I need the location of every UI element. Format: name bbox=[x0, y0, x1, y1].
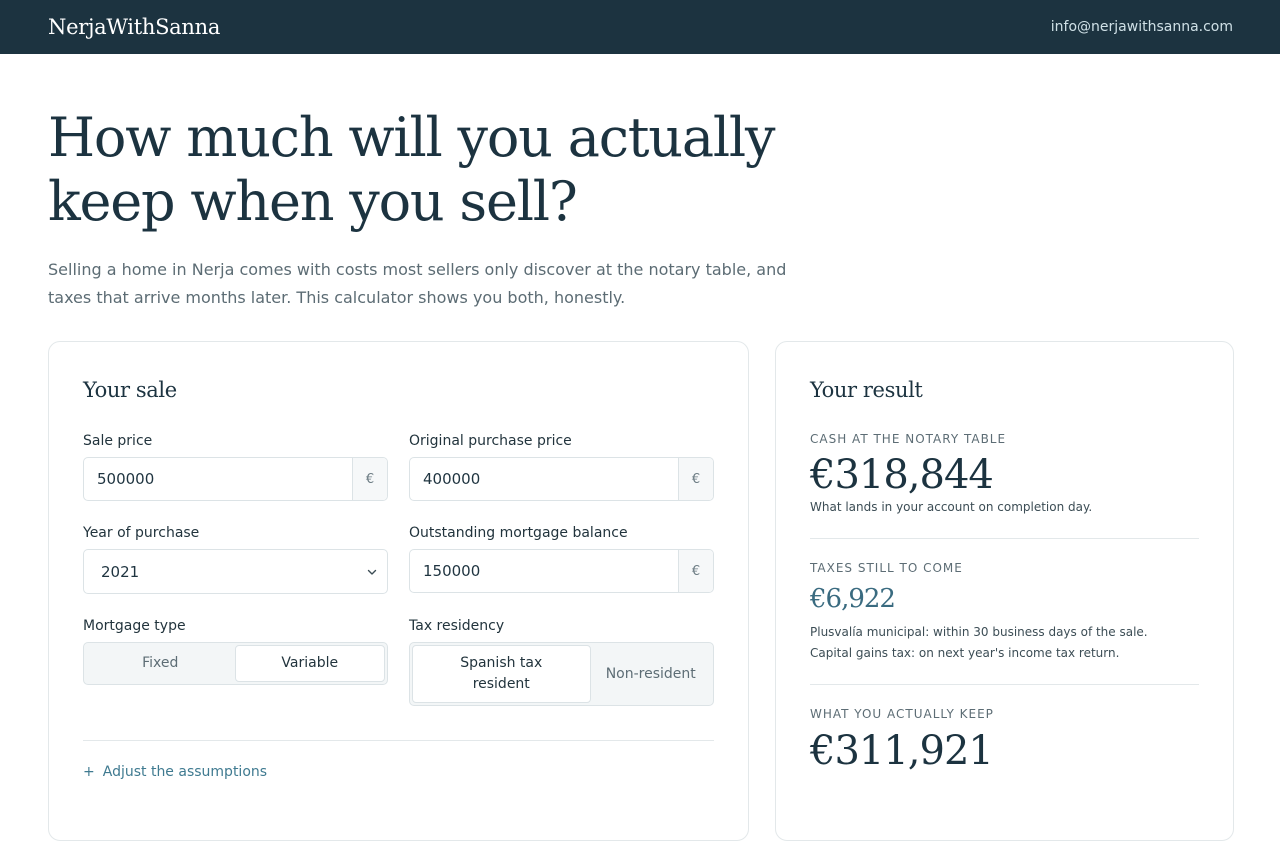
page-title: How much will you actually keep when you… bbox=[48, 106, 775, 233]
purchase-price-field: Original purchase price € bbox=[409, 433, 714, 503]
result-card-title: Your result bbox=[810, 378, 923, 402]
result-card: Your result CASH AT THE NOTARY TABLE €31… bbox=[775, 341, 1234, 841]
tax-residency-non-resident[interactable]: Non-resident bbox=[591, 645, 712, 703]
sale-card: Your sale Sale price € Original purchase… bbox=[48, 341, 749, 841]
euro-suffix: € bbox=[352, 458, 387, 500]
tax-residency-spanish-resident[interactable]: Spanish tax resident bbox=[412, 645, 591, 703]
mortgage-balance-input[interactable] bbox=[410, 550, 678, 592]
intro-text: Selling a home in Nerja comes with costs… bbox=[48, 260, 787, 307]
cash-note: What lands in your account on completion… bbox=[810, 500, 1093, 514]
brand-logo[interactable]: NerjaWithSanna bbox=[48, 15, 220, 39]
purchase-year-label: Year of purchase bbox=[83, 525, 200, 541]
hero: How much will you actually keep when you… bbox=[0, 54, 1280, 312]
mortgage-balance-input-group: € bbox=[409, 549, 714, 593]
keep-value: €311,921 bbox=[810, 728, 994, 774]
sale-price-input-group: € bbox=[83, 457, 388, 501]
euro-suffix: € bbox=[678, 458, 713, 500]
top-bar: NerjaWithSanna info@nerjawithsanna.com bbox=[0, 0, 1280, 54]
adjust-assumptions-label: Adjust the assumptions bbox=[102, 764, 268, 780]
tax-residency-toggle: Spanish tax resident Non-resident bbox=[409, 642, 714, 706]
divider bbox=[810, 538, 1199, 539]
purchase-year-field: Year of purchase 2021 bbox=[83, 525, 388, 595]
purchase-year-select[interactable]: 2021 bbox=[83, 549, 388, 594]
sale-price-field: Sale price € bbox=[83, 433, 388, 503]
mortgage-balance-label: Outstanding mortgage balance bbox=[409, 525, 628, 541]
purchase-price-input[interactable] bbox=[410, 458, 678, 500]
sale-card-title: Your sale bbox=[83, 378, 177, 402]
taxes-label: TAXES STILL TO COME bbox=[810, 561, 963, 575]
plusvalia-note: Plusvalía municipal: within 30 business … bbox=[810, 625, 1148, 639]
mortgage-type-variable[interactable]: Variable bbox=[234, 645, 385, 682]
contact-email-link[interactable]: info@nerjawithsanna.com bbox=[1051, 19, 1233, 35]
purchase-year-value: 2021 bbox=[101, 562, 140, 581]
cash-value: €318,844 bbox=[810, 452, 994, 498]
tax-residency-label: Tax residency bbox=[409, 618, 505, 634]
mortgage-type-label: Mortgage type bbox=[83, 618, 186, 634]
divider bbox=[83, 740, 714, 741]
keep-label: WHAT YOU ACTUALLY KEEP bbox=[810, 707, 994, 721]
sale-price-label: Sale price bbox=[83, 433, 153, 449]
divider bbox=[810, 684, 1199, 685]
plus-icon: + bbox=[83, 764, 95, 780]
adjust-assumptions-link[interactable]: + Adjust the assumptions bbox=[83, 764, 267, 780]
euro-suffix: € bbox=[678, 550, 713, 592]
tax-residency-field: Tax residency Spanish tax resident Non-r… bbox=[409, 618, 714, 708]
sale-price-input[interactable] bbox=[84, 458, 352, 500]
purchase-price-input-group: € bbox=[409, 457, 714, 501]
cash-label: CASH AT THE NOTARY TABLE bbox=[810, 432, 1007, 446]
chevron-down-icon bbox=[367, 569, 377, 575]
capital-gains-note: Capital gains tax: on next year's income… bbox=[810, 646, 1120, 660]
mortgage-balance-field: Outstanding mortgage balance € bbox=[409, 525, 714, 595]
mortgage-type-fixed[interactable]: Fixed bbox=[86, 645, 235, 682]
mortgage-type-toggle: Fixed Variable bbox=[83, 642, 388, 685]
taxes-value: €6,922 bbox=[810, 584, 896, 614]
purchase-price-label: Original purchase price bbox=[409, 433, 572, 449]
mortgage-type-field: Mortgage type Fixed Variable bbox=[83, 618, 388, 688]
